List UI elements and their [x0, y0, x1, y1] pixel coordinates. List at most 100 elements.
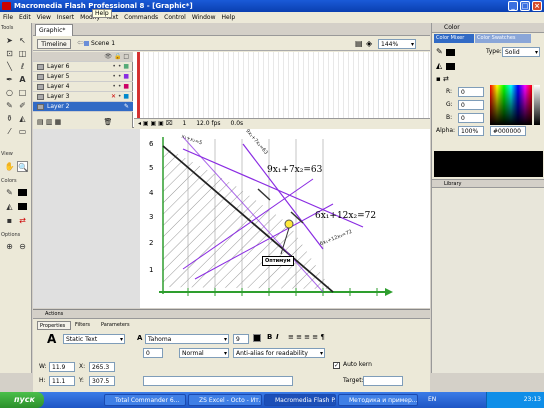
menu-commands[interactable]: Commands [121, 12, 161, 23]
arrow-tool-icon[interactable]: ➤ [4, 35, 15, 46]
mini-swatches-icon[interactable]: ▪ ⇄ [436, 75, 449, 83]
task-word[interactable]: Методика и пример... [338, 394, 418, 406]
tab-parameters[interactable]: Parameters [99, 321, 139, 330]
url-input[interactable] [143, 376, 293, 386]
text-tool-icon[interactable]: A [17, 74, 28, 85]
text-color-swatch[interactable] [253, 334, 261, 342]
brush-tool-icon[interactable]: ✐ [17, 100, 28, 111]
pen-tool-icon[interactable]: ✒ [4, 74, 15, 85]
tab-filters[interactable]: Filters [73, 321, 97, 330]
fill-color-icon[interactable]: ◭ [4, 201, 15, 212]
rectangle-tool-icon[interactable]: □ [17, 87, 28, 98]
free-transform-icon[interactable]: ⊡ [4, 48, 15, 59]
stage[interactable]: 9x₁+7x₂=63 6x₁+12x₂=72 Оптимум 6x₁+12x₂=… [33, 129, 430, 308]
layer-row[interactable]: Layer 5 • • ■ [33, 72, 133, 82]
stroke-color-swatch[interactable] [446, 49, 455, 56]
layer-toggles[interactable]: • • ■ [112, 72, 129, 82]
eraser-icon[interactable]: ▭ [17, 126, 28, 137]
font-size-input[interactable]: 9 [233, 334, 249, 344]
layer-toggles[interactable]: ✕ • ■ [111, 92, 129, 102]
back-arrow-icon[interactable]: ⇦ [77, 38, 84, 47]
italic-icon[interactable]: I [276, 333, 279, 341]
equation-2[interactable]: 6x₁+12x₂=72 [315, 211, 376, 221]
optimum-label[interactable]: Оптимум [262, 256, 294, 266]
task-excel[interactable]: ZS Excel - Octo - Ит... [188, 394, 262, 406]
fill-bucket-icon[interactable]: ◭ [436, 61, 442, 70]
hand-tool-icon[interactable]: ✋ [4, 161, 15, 172]
line-tool-icon[interactable]: ╲ [4, 61, 15, 72]
fill-transform-icon[interactable]: ◫ [17, 48, 28, 59]
color-spectrum[interactable] [490, 85, 532, 125]
language-indicator[interactable]: EN [428, 392, 436, 408]
ink-bottle-icon[interactable]: ⚱ [4, 113, 15, 124]
menu-help[interactable]: Help [219, 12, 239, 23]
menu-file[interactable]: File [0, 12, 16, 23]
swap-colors-icon[interactable]: ⇄ [17, 215, 28, 226]
optimum-point[interactable] [284, 219, 294, 229]
actions-panel-header[interactable]: Actions [33, 310, 430, 319]
target-select[interactable] [363, 376, 403, 386]
stroke-swatch[interactable] [18, 189, 27, 196]
zoom-out-icon[interactable]: ⊖ [17, 241, 28, 252]
color-panel-header[interactable]: Color [432, 23, 544, 33]
close-button[interactable]: × [532, 1, 542, 11]
timeline-button[interactable]: Timeline [37, 39, 71, 49]
library-panel-header[interactable]: Library [432, 179, 544, 188]
bold-icon[interactable]: B [267, 333, 272, 341]
layer-toggles[interactable]: • • ■ [112, 62, 129, 72]
zoom-select[interactable]: 144% ▾ [378, 39, 416, 49]
menu-control[interactable]: Control [161, 12, 189, 23]
maximize-button[interactable]: □ [520, 1, 530, 11]
edit-symbol-icon[interactable]: ◈ [366, 39, 372, 48]
task-flash[interactable]: Macromedia Flash P... [264, 394, 336, 406]
x-input[interactable]: 265.3 [89, 362, 115, 372]
b-input[interactable]: 0 [458, 113, 484, 123]
task-total-commander[interactable]: Total Commander 6... [104, 394, 186, 406]
alpha-input[interactable]: 100% [458, 126, 484, 136]
tab-properties[interactable]: Properties [37, 321, 71, 330]
spacing-input[interactable]: 0 [143, 348, 163, 358]
minimize-button[interactable]: _ [508, 1, 518, 11]
timeline-nav-icons[interactable]: ◂ ▣ ▣ ▣ ⌧ [138, 120, 173, 127]
menu-insert[interactable]: Insert [54, 12, 77, 23]
position-select[interactable]: Normal ▾ [179, 348, 229, 358]
tab-color-mixer[interactable]: Color Mixer [434, 34, 474, 43]
menu-edit[interactable]: Edit [16, 12, 34, 23]
pencil-tool-icon[interactable]: ✎ [4, 100, 15, 111]
layer-toggles[interactable]: • • ■ [112, 82, 129, 92]
r-input[interactable]: 0 [458, 87, 484, 97]
tab-color-swatches[interactable]: Color Swatches [475, 34, 531, 43]
paint-bucket-icon[interactable]: ◭ [17, 113, 28, 124]
autokern-checkbox[interactable]: ✓ [333, 362, 340, 369]
stroke-pencil-icon[interactable]: ✎ [436, 47, 443, 56]
layer-row[interactable]: Layer 6 • • ■ [33, 62, 133, 72]
edit-scene-icon[interactable]: ▤ [355, 39, 363, 48]
zoom-in-icon[interactable]: ⊕ [4, 241, 15, 252]
zoom-tool-icon[interactable]: 🔍 [17, 161, 28, 172]
layer-buttons[interactable]: ▤ ▥ ▦ 🗑 [37, 118, 112, 126]
start-button[interactable]: пуск [0, 392, 44, 408]
playhead[interactable] [137, 52, 140, 118]
text-type-select[interactable]: Static Text ▾ [63, 334, 125, 344]
g-input[interactable]: 0 [458, 100, 484, 110]
fill-color-swatch[interactable] [446, 63, 455, 70]
oval-tool-icon[interactable]: ○ [4, 87, 15, 98]
antialias-select[interactable]: Anti-alias for readability ▾ [233, 348, 325, 358]
layer-row-selected[interactable]: Layer 2 ✎ [33, 102, 133, 112]
tab-graphic[interactable]: Graphic* [35, 24, 73, 36]
pencil-icon[interactable]: ✎ [124, 102, 129, 112]
eyedropper-icon[interactable]: ⁄ [4, 126, 15, 137]
subselect-tool-icon[interactable]: ↖ [17, 35, 28, 46]
hex-input[interactable]: #000000 [490, 126, 526, 136]
menu-view[interactable]: View [34, 12, 54, 23]
fill-swatch[interactable] [18, 203, 27, 210]
w-input[interactable]: 11.9 [49, 362, 75, 372]
brightness-slider[interactable] [534, 85, 540, 125]
y-input[interactable]: 307.5 [89, 376, 115, 386]
stroke-color-icon[interactable]: ✎ [4, 187, 15, 198]
align-icons[interactable]: ≡ ≡ ≡ ≡ ¶ [288, 333, 325, 341]
layer-row[interactable]: Layer 4 • • ■ [33, 82, 133, 92]
type-select[interactable]: Solid ▾ [502, 47, 540, 57]
layer-row[interactable]: Layer 3 ✕ • ■ [33, 92, 133, 102]
lasso-tool-icon[interactable]: ℓ [17, 61, 28, 72]
